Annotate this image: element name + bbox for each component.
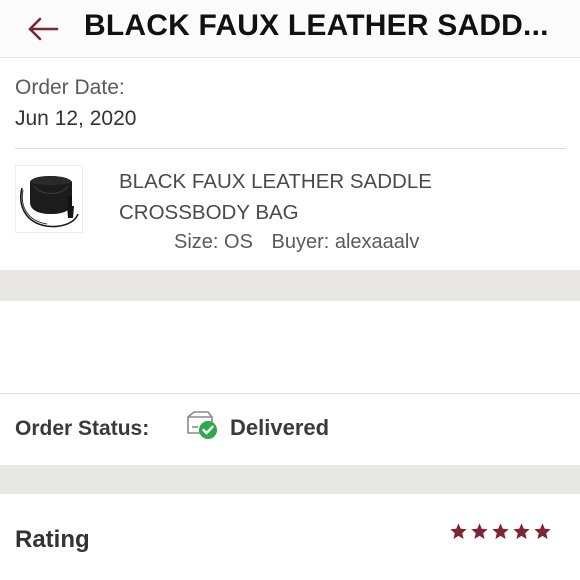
divider <box>15 148 566 149</box>
rating-label: Rating <box>15 526 90 553</box>
product-size: Size: OS <box>174 231 253 253</box>
rating-stars <box>449 522 552 541</box>
order-status-label: Order Status: <box>15 417 150 440</box>
star-icon <box>513 523 530 539</box>
blank-card <box>0 301 580 393</box>
order-date-value: Jun 12, 2020 <box>15 107 137 130</box>
back-arrow-icon <box>28 17 59 41</box>
order-status-value: Delivered <box>230 415 330 440</box>
order-date-label: Order Date: <box>15 76 125 99</box>
product-title[interactable]: BLACK FAUX LEATHER SADDLE CROSSBODY BAG <box>119 166 539 228</box>
saddle-bag-image <box>20 176 79 228</box>
star-icon <box>534 523 551 539</box>
star-icon <box>492 523 509 539</box>
section-separator <box>0 465 580 494</box>
delivered-box-check-icon <box>185 409 219 441</box>
product-image[interactable] <box>15 165 83 233</box>
product-meta: Size: OS Buyer: alexaaalv <box>174 231 419 254</box>
back-button[interactable] <box>26 12 60 46</box>
section-separator <box>0 270 580 301</box>
top-bar: BLACK FAUX LEATHER SADD... <box>0 0 580 58</box>
product-buyer: Buyer: alexaaalv <box>271 231 420 253</box>
divider <box>0 393 580 394</box>
page-title: BLACK FAUX LEATHER SADD... <box>84 9 549 42</box>
star-icon <box>471 523 488 539</box>
star-icon <box>450 523 467 539</box>
